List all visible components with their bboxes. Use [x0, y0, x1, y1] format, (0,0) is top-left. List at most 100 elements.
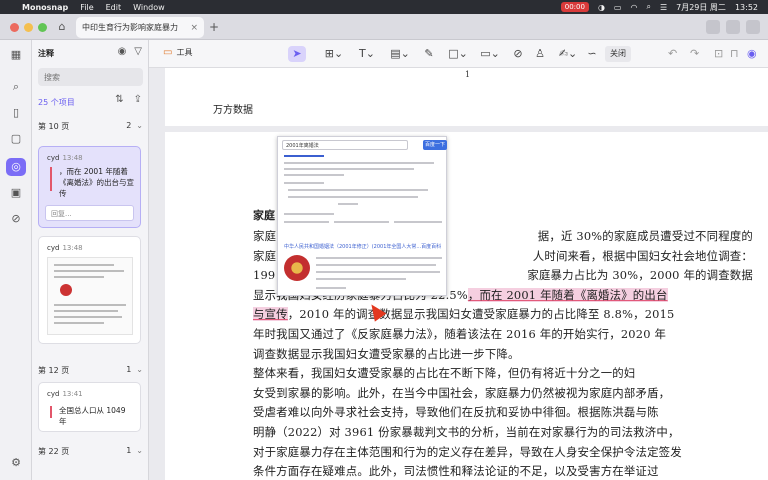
text-line[interactable]: 条件方面存在疑难点。此外，司法惯性和释法论证的不足，以及受害方在举证过: [253, 462, 753, 480]
card-username: cyd: [47, 244, 60, 252]
attach-icon[interactable]: ⊘: [509, 46, 527, 62]
annotation-card[interactable]: cyd 13:48 ，而在 2001 年随着《离婚法》的出台与宣传 回复...: [38, 146, 141, 228]
text-line[interactable]: 调查数据显示我国妇女遭受家暴的占比进一步下降。: [253, 345, 753, 365]
highlight-icon[interactable]: ▤⌄: [387, 46, 413, 62]
titlebar-action-2[interactable]: [726, 20, 740, 34]
bookmark-icon[interactable]: ▯: [6, 104, 26, 122]
chevron-down-icon[interactable]: ⌄: [136, 446, 143, 457]
filter-icon[interactable]: ▽: [134, 46, 142, 57]
thumbnails-icon[interactable]: ▦: [6, 46, 26, 64]
highlighted-text[interactable]: 与宣传: [253, 307, 288, 322]
text-icon[interactable]: T⌄: [354, 46, 380, 62]
window-minimize-button[interactable]: [24, 23, 33, 32]
annotation-search-input[interactable]: [38, 68, 143, 86]
thumb-line: [54, 316, 122, 318]
card-text: ，而在 2001 年随着《离婚法》的出台与宣传: [59, 167, 134, 198]
text-line[interactable]: 年时我国又通过了《反家庭暴力法》，随着该法在 2016 年的开始实行，2020 …: [253, 325, 753, 345]
annotation-icon[interactable]: ◎: [6, 158, 26, 176]
overlay-line: [288, 189, 428, 191]
reply-field[interactable]: 回复...: [45, 205, 134, 221]
text-box-icon[interactable]: ⊞⌄: [321, 46, 347, 62]
select-arrow-icon[interactable]: ➤: [288, 46, 306, 62]
overlay-search-field: 2001年离婚法: [282, 140, 408, 150]
annotation-toolbar: ▭ 工具 ➤ ⊞⌄ T⌄ ▤⌄ ✎ □⌄ ▭⌄ ⊘ ♙ ✍⌄ ∽ 关闭 ↶ ↷ ⊡…: [149, 40, 768, 68]
shape-icon[interactable]: □⌄: [445, 46, 471, 62]
tab-title: 中印生育行为影响家庭暴力: [82, 23, 178, 32]
share-icon[interactable]: ⊓: [730, 46, 739, 62]
comment-icon[interactable]: ▢: [6, 130, 26, 148]
card-time: 13:48: [62, 244, 83, 252]
line-text-visible: 据，近 30%的家庭成员遭受过不同程度的: [537, 229, 753, 243]
highlighted-text[interactable]: ，而在 2001 年随着《离婚法》的出台: [467, 287, 668, 302]
settings-icon[interactable]: ⚙: [6, 454, 26, 472]
text-line[interactable]: 明静（2022）对 3961 份家暴裁判文书的分析，当前在对家暴行为的司法救济中…: [253, 423, 753, 443]
menu-edit[interactable]: Edit: [106, 3, 122, 12]
menu-window[interactable]: Window: [133, 3, 165, 12]
tab-document[interactable]: 中印生育行为影响家庭暴力 ×: [76, 17, 204, 38]
annotation-card[interactable]: cyd 13:41 全国总人口从 1049 年: [38, 382, 141, 432]
control-center-icon[interactable]: ☰: [660, 3, 667, 12]
sort-icon[interactable]: ⇅: [115, 94, 123, 105]
text-line[interactable]: 女受到家暴的影响。此外，在当今中国社会，家庭暴力仍然被视为家庭内部矛盾，: [253, 384, 753, 404]
window-maximize-button[interactable]: [38, 23, 47, 32]
thumb-line: [54, 270, 124, 272]
line-text: 家庭: [253, 248, 277, 263]
undo-icon[interactable]: ↶: [668, 46, 677, 62]
new-tab-button[interactable]: +: [209, 21, 219, 33]
search-icon[interactable]: ⌕: [646, 2, 650, 12]
section-page-12[interactable]: 第 12 页 1 ⌄: [38, 365, 143, 376]
home-icon[interactable]: ⌂: [54, 19, 70, 35]
stamp-icon[interactable]: ♙: [531, 46, 549, 62]
status-icon[interactable]: ◑: [598, 3, 605, 12]
export-icon[interactable]: ⇪: [134, 94, 142, 105]
overlay-line: [284, 221, 329, 223]
attachment-icon[interactable]: ⊘: [6, 210, 26, 228]
ai-assistant-icon[interactable]: ◉: [747, 46, 757, 62]
recording-indicator[interactable]: 00:00: [560, 2, 589, 12]
form-icon[interactable]: ▭⌄: [477, 46, 503, 62]
annotation-card[interactable]: cyd 13:48: [38, 236, 141, 344]
section-page-label: 第 12 页: [38, 366, 70, 375]
chevron-down-icon[interactable]: ⌄: [136, 121, 143, 132]
eye-icon[interactable]: ◉: [118, 46, 127, 57]
overlay-line: [394, 221, 442, 223]
save-icon[interactable]: ⊡: [714, 46, 723, 62]
menubar-date[interactable]: 7月29日 周二: [676, 2, 726, 13]
search-icon[interactable]: ⌕: [6, 78, 26, 96]
titlebar-action-1[interactable]: [706, 20, 720, 34]
titlebar-action-3[interactable]: [746, 20, 760, 34]
page-number: 1: [465, 70, 471, 79]
overlay-line: [284, 213, 334, 215]
section-page-22[interactable]: 第 22 页 1 ⌄: [38, 446, 143, 457]
page-current[interactable]: 家庭 家庭 据，近 30%的家庭成员遭受过不同程度的 家庭 人时间来看，根据中国妇女社…: [165, 132, 768, 480]
wifi-icon[interactable]: ◠: [630, 3, 637, 12]
seal-icon: [60, 284, 72, 296]
tools-menu[interactable]: ▭ 工具: [163, 47, 192, 58]
window-close-button[interactable]: [10, 23, 19, 32]
toolbox-icon: ▭: [163, 47, 173, 58]
menu-file[interactable]: File: [80, 3, 93, 12]
text-line[interactable]: 与宣传，2010 年的调查数据显示我国妇女遭受家庭暴力的占比降至 8.8%，20…: [253, 305, 753, 325]
menu-app-name[interactable]: Monosnap: [22, 3, 68, 12]
line-text: 年时我国又通过了《反家庭暴力法》，随着该法在 2016 年的开始实行，2020 …: [253, 327, 667, 341]
sign-icon[interactable]: ∽: [585, 46, 599, 62]
signature-icon[interactable]: ✍⌄: [555, 46, 581, 62]
battery-icon[interactable]: ▭: [614, 3, 622, 12]
line-text: ，2010 年的调查数据显示我国妇女遭受家庭暴力的占比降至 8.8%，2015: [287, 307, 675, 322]
section-count: 2: [126, 121, 132, 130]
text-line[interactable]: 对于家庭暴力存在主体范围和行为的定义存在差异，导致在人身安全保护令法定签发: [253, 443, 753, 463]
text-line[interactable]: 受虐者难以向外寻求社会支持，导致他们在反抗和妥协中徘徊。根据陈洪磊与陈: [253, 403, 753, 423]
redo-icon[interactable]: ↷: [690, 46, 699, 62]
tab-close-icon[interactable]: ×: [190, 23, 198, 33]
embedded-screenshot[interactable]: 2001年离婚法 百度一下 中华人民共和国婚姻法（2001年修正）(2001年全…: [277, 136, 447, 296]
menubar-clock[interactable]: 13:52: [735, 3, 758, 12]
close-toolbar-button[interactable]: 关闭: [605, 46, 631, 62]
stamp-icon[interactable]: ▣: [6, 184, 26, 202]
pen-icon[interactable]: ✎: [420, 46, 438, 62]
document-viewer[interactable]: 1 万方数据 家庭 家庭 据，近 30%的家庭成员遭受过不同程度的 家庭 人时间来看，…: [149, 68, 768, 480]
text-line[interactable]: 整体来看，我国妇女遭受家暴的占比在不断下降，但仍有将近十分之一的妇: [253, 364, 753, 384]
overlay-line: [334, 221, 389, 223]
chevron-down-icon[interactable]: ⌄: [136, 365, 143, 376]
overlay-line: [316, 271, 440, 273]
section-page-10[interactable]: 第 10 页 2 ⌄: [38, 121, 143, 132]
